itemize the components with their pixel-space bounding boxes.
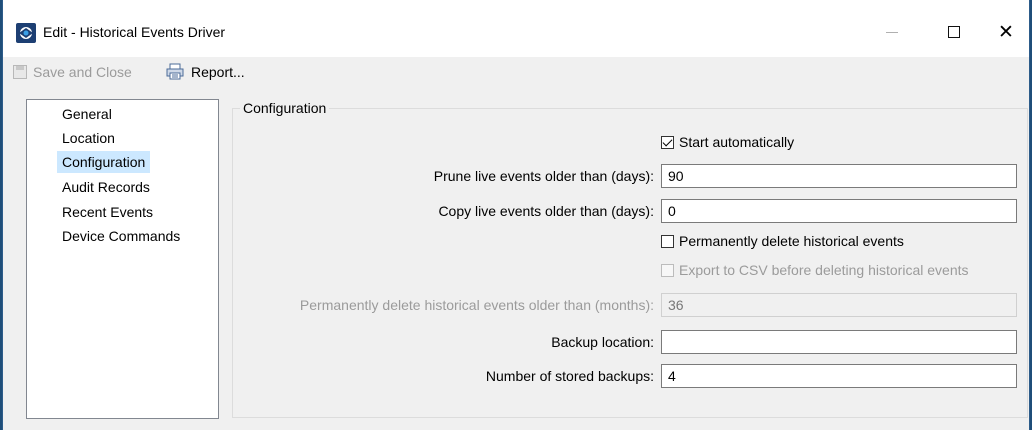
close-button[interactable]: ✕ bbox=[983, 16, 1029, 48]
nav-item-configuration[interactable]: Configuration bbox=[57, 151, 151, 173]
nav-item-device-commands[interactable]: Device Commands bbox=[57, 225, 185, 247]
backup-location-label: Backup location: bbox=[551, 334, 654, 350]
checkbox-checked-icon bbox=[661, 135, 674, 149]
checkbox-unchecked-icon bbox=[661, 234, 674, 248]
toolbar: Save and Close Report... bbox=[3, 57, 1029, 87]
nav-item-location[interactable]: Location bbox=[57, 127, 120, 149]
backup-location-input[interactable] bbox=[661, 330, 1017, 354]
close-icon: ✕ bbox=[998, 20, 1014, 43]
permanently-delete-label: Permanently delete historical events bbox=[679, 233, 904, 249]
report-label: Report... bbox=[191, 64, 245, 80]
prune-live-events-input[interactable] bbox=[661, 164, 1017, 188]
nav-item-recent-events[interactable]: Recent Events bbox=[57, 201, 158, 223]
number-of-backups-label: Number of stored backups: bbox=[485, 368, 654, 384]
permanently-delete-months-label: Permanently delete historical events old… bbox=[299, 297, 654, 313]
nav-item-audit-records[interactable]: Audit Records bbox=[57, 176, 155, 198]
number-of-backups-input[interactable] bbox=[661, 364, 1017, 388]
maximize-icon bbox=[948, 26, 960, 38]
prune-live-events-label: Prune live events older than (days): bbox=[433, 168, 654, 184]
checkbox-disabled-icon bbox=[661, 263, 674, 277]
nav-item-general[interactable]: General bbox=[57, 103, 117, 125]
copy-live-events-label: Copy live events older than (days): bbox=[438, 203, 654, 219]
floppy-disk-icon bbox=[13, 65, 27, 79]
window-title: Edit - Historical Events Driver bbox=[43, 24, 226, 40]
start-automatically-label: Start automatically bbox=[679, 134, 795, 150]
save-and-close-label: Save and Close bbox=[33, 64, 132, 80]
navigation-list: General Location Configuration Audit Rec… bbox=[26, 99, 219, 419]
export-csv-checkbox[interactable]: Export to CSV before deleting historical… bbox=[661, 262, 969, 278]
title-bar[interactable]: Edit - Historical Events Driver ✕ bbox=[3, 0, 1029, 57]
save-and-close-button[interactable]: Save and Close bbox=[13, 61, 132, 83]
permanently-delete-checkbox[interactable]: Permanently delete historical events bbox=[661, 233, 904, 249]
report-button[interactable]: Report... bbox=[165, 61, 245, 83]
printer-icon bbox=[165, 63, 185, 81]
app-icon bbox=[16, 23, 36, 43]
minimize-icon bbox=[886, 31, 898, 33]
export-csv-label: Export to CSV before deleting historical… bbox=[679, 262, 969, 278]
copy-live-events-input[interactable] bbox=[661, 199, 1017, 223]
permanently-delete-months-input[interactable] bbox=[661, 293, 1017, 317]
minimize-button[interactable] bbox=[869, 16, 915, 48]
configuration-group-title: Configuration bbox=[240, 100, 330, 116]
maximize-button[interactable] bbox=[931, 16, 977, 48]
edit-window: Edit - Historical Events Driver ✕ Save a… bbox=[2, 0, 1030, 430]
start-automatically-checkbox[interactable]: Start automatically bbox=[661, 134, 794, 150]
